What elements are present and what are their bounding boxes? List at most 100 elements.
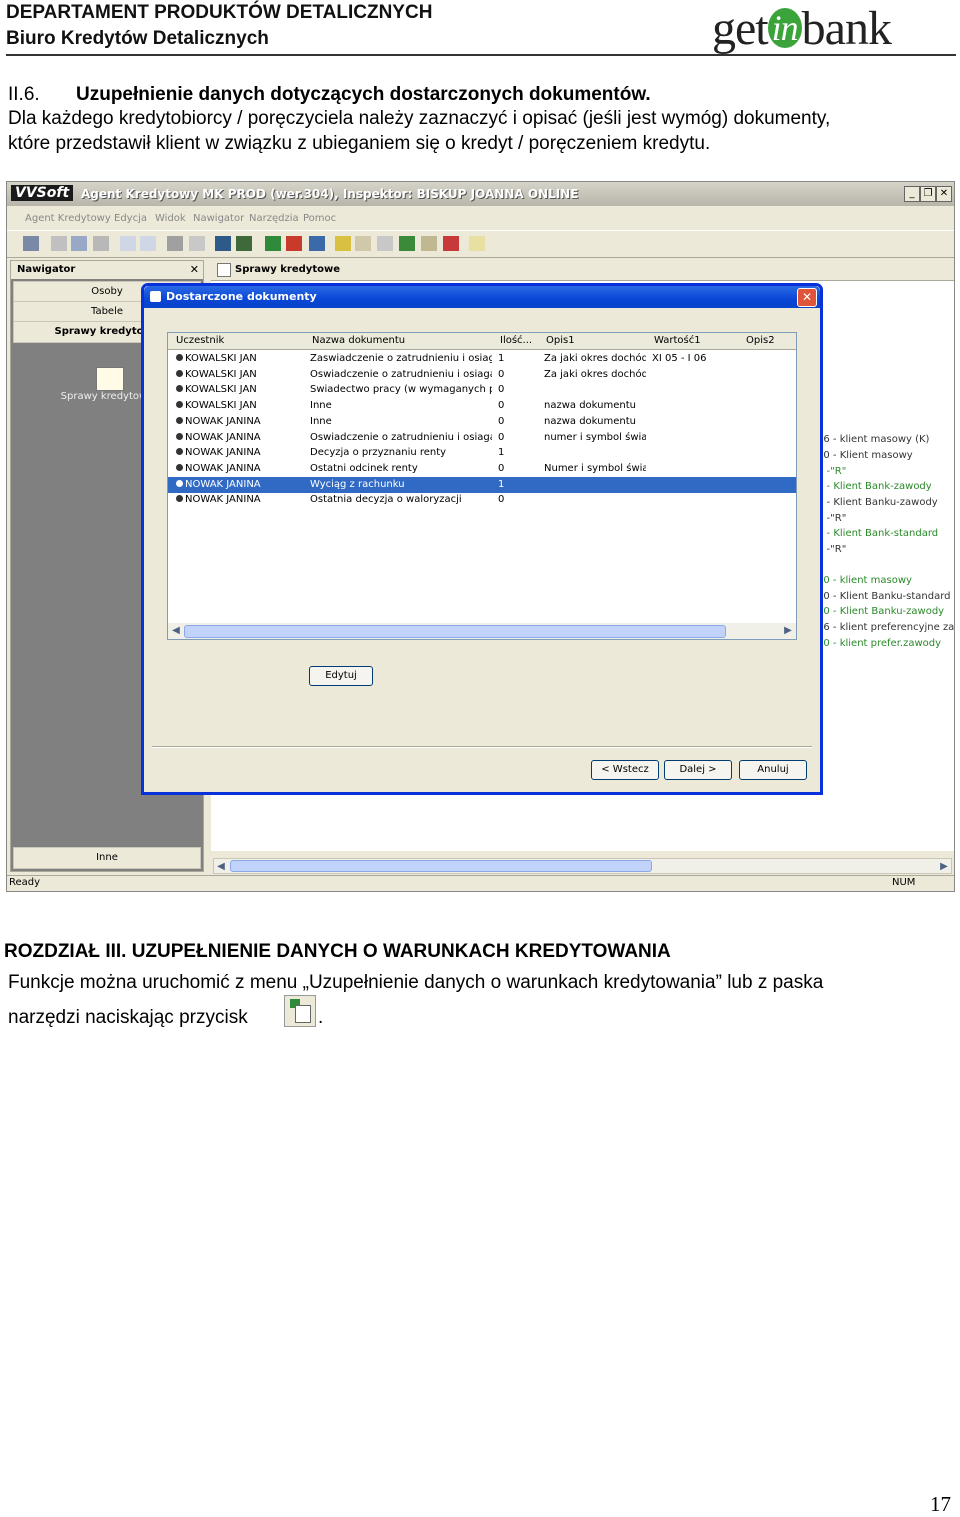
participant-name: KOWALSKI JAN — [185, 400, 257, 412]
menu-narzedzia[interactable]: Narzędzia — [249, 213, 299, 224]
restore-icon[interactable]: ❐ — [920, 186, 936, 202]
minimize-icon[interactable]: _ — [904, 186, 920, 202]
col-opis1[interactable]: Opis1 — [546, 335, 575, 346]
cell-nazwa: Zaswiadczenie o zatrudnieniu i osiaga... — [310, 353, 492, 364]
col-ilosc[interactable]: Ilość... — [500, 335, 532, 346]
dialog-close-icon[interactable]: ✕ — [797, 288, 817, 307]
document-row[interactable]: KOWALSKI JAN Oswiadczenie o zatrudnieniu … — [168, 367, 796, 383]
grid-horizontal-scrollbar[interactable]: ◀ ▶ — [168, 623, 796, 639]
participant-icon — [176, 385, 183, 393]
cell-ilosc: 0 — [498, 384, 505, 396]
note-icon[interactable] — [355, 236, 371, 251]
participant-name: NOWAK JANINA — [185, 415, 261, 427]
cell-uczestnik: NOWAK JANINA — [176, 432, 306, 443]
menu-widok[interactable]: Widok — [155, 213, 186, 224]
participant-icon — [176, 448, 183, 456]
save-icon[interactable] — [23, 236, 39, 251]
document-row[interactable]: KOWALSKI JAN Inne 0 nazwa dokumentu — [168, 398, 796, 414]
paste-icon[interactable] — [93, 236, 109, 251]
bg-list-item: 60 - klient masowy — [817, 575, 912, 586]
edit-record-icon[interactable] — [309, 236, 325, 251]
cell-ilosc: 1 — [498, 478, 505, 490]
preview-icon[interactable] — [189, 236, 205, 251]
print-icon[interactable] — [167, 236, 183, 251]
grid-scroll-thumb[interactable] — [184, 625, 726, 638]
document-list-icon[interactable] — [215, 236, 231, 251]
report-icon[interactable] — [421, 236, 437, 251]
bg-list-item: 36 - klient masowy (K) — [817, 434, 930, 445]
logo-in: in — [767, 8, 802, 48]
logo-get: get — [712, 2, 769, 55]
scroll-left-icon[interactable]: ◀ — [214, 860, 228, 874]
table-icon[interactable] — [377, 236, 393, 251]
col-wartosc1[interactable]: Wartość1 — [654, 335, 701, 346]
document-row[interactable]: NOWAK JANINA Ostatnia decyzja o waloryzac… — [168, 492, 796, 508]
section-number: II.6. — [8, 84, 40, 105]
back-button[interactable]: < Wstecz — [591, 760, 659, 780]
cell-ilosc: 1 — [498, 353, 505, 364]
menu-pomoc[interactable]: Pomoc — [303, 213, 336, 224]
cut-icon[interactable] — [51, 236, 67, 251]
credit-case-icon[interactable] — [96, 367, 124, 391]
cell-opis1: numer i symbol świa... — [544, 431, 646, 443]
document-row[interactable]: NOWAK JANINA Inne 0 nazwa dokumentu — [168, 414, 796, 430]
cell-nazwa: Ostatnia decyzja o waloryzacji — [310, 494, 462, 506]
participant-icon — [176, 401, 183, 409]
document-row[interactable]: NOWAK JANINA Ostatni odcinek renty 0 Numer … — [168, 461, 796, 477]
close-icon[interactable]: ✕ — [936, 186, 952, 202]
department-heading: DEPARTAMENT PRODUKTÓW DETALICZNYCH — [6, 2, 433, 23]
cell-ilosc: 1 — [498, 447, 505, 459]
cell-uczestnik: KOWALSKI JAN — [176, 384, 306, 395]
grid-scroll-left-icon[interactable]: ◀ — [169, 624, 183, 638]
getinbank-logo: get inbank — [712, 2, 892, 57]
word-icon[interactable] — [443, 236, 459, 251]
bg-list-item: 0 - Klient Banku-zawody — [817, 497, 938, 508]
status-num: NUM — [892, 877, 916, 888]
navigator-item-inne[interactable]: Inne — [13, 847, 201, 869]
export-icon[interactable] — [399, 236, 415, 251]
bg-list-item: 60 - klient prefer.zawody — [817, 638, 942, 649]
main-horizontal-scrollbar[interactable]: ◀ ▶ — [213, 858, 952, 874]
next-button[interactable]: Dalej > — [664, 760, 732, 780]
cell-uczestnik: KOWALSKI JAN — [176, 353, 306, 364]
help-icon[interactable] — [469, 236, 485, 251]
col-nazwa-dokumentu[interactable]: Nazwa dokumentu — [312, 335, 405, 346]
document-row[interactable]: NOWAK JANINA Wyciąg z rachunku 1 — [168, 476, 796, 493]
document-row[interactable]: KOWALSKI JAN Swiadectwo pracy (w wymagany… — [168, 382, 796, 398]
logo-bank: bank — [801, 2, 892, 55]
document-row[interactable]: NOWAK JANINA Oswiadczenie o zatrudnieniu … — [168, 430, 796, 446]
scroll-right-icon[interactable]: ▶ — [937, 860, 951, 874]
edit-button[interactable]: Edytuj — [309, 666, 373, 686]
cell-uczestnik: NOWAK JANINA — [176, 494, 306, 505]
office-heading: Biuro Kredytów Detalicznych — [6, 28, 269, 49]
participant-name: NOWAK JANINA — [185, 431, 261, 443]
documents-grid: Uczestnik Nazwa dokumentu Ilość... Opis1… — [167, 332, 797, 640]
cell-nazwa: Oswiadczenie o zatrudnieniu i osiagan... — [310, 368, 492, 380]
dialog-separator — [152, 746, 812, 748]
copy-icon[interactable] — [71, 236, 87, 251]
chapter-text-line-1: Funkcje można uruchomić z menu „Uzupełni… — [8, 972, 824, 993]
navigator-header: Nawigator ✕ — [11, 261, 203, 279]
participant-icon — [176, 416, 183, 424]
cancel-button[interactable]: Anuluj — [739, 760, 807, 780]
scroll-thumb[interactable] — [230, 860, 652, 872]
back-arrow-icon[interactable] — [120, 236, 136, 251]
participant-name: NOWAK JANINA — [185, 478, 261, 490]
dialog-app-icon — [150, 291, 161, 302]
section-text-line-1: Dla każdego kredytobiorcy / poręczyciela… — [8, 108, 831, 129]
menu-agent-kredytowy[interactable]: Agent Kredytowy — [25, 213, 111, 224]
navigator-close-icon[interactable]: ✕ — [190, 263, 199, 276]
forward-arrow-icon[interactable] — [140, 236, 156, 251]
col-opis2[interactable]: Opis2 — [746, 335, 775, 346]
menu-edycja[interactable]: Edycja — [114, 213, 147, 224]
menu-nawigator[interactable]: Nawigator — [193, 213, 244, 224]
search-documents-icon[interactable] — [236, 236, 252, 251]
delete-record-icon[interactable] — [286, 236, 302, 251]
document-row[interactable]: KOWALSKI JAN Zaswiadczenie o zatrudnieniu… — [168, 351, 796, 367]
col-uczestnik[interactable]: Uczestnik — [176, 335, 224, 346]
folder-icon[interactable] — [335, 236, 351, 251]
cell-uczestnik: NOWAK JANINA — [176, 447, 306, 458]
grid-scroll-right-icon[interactable]: ▶ — [781, 624, 795, 638]
document-row[interactable]: NOWAK JANINA Decyzja o przyznaniu renty 1 — [168, 445, 796, 461]
add-record-icon[interactable] — [265, 236, 281, 251]
